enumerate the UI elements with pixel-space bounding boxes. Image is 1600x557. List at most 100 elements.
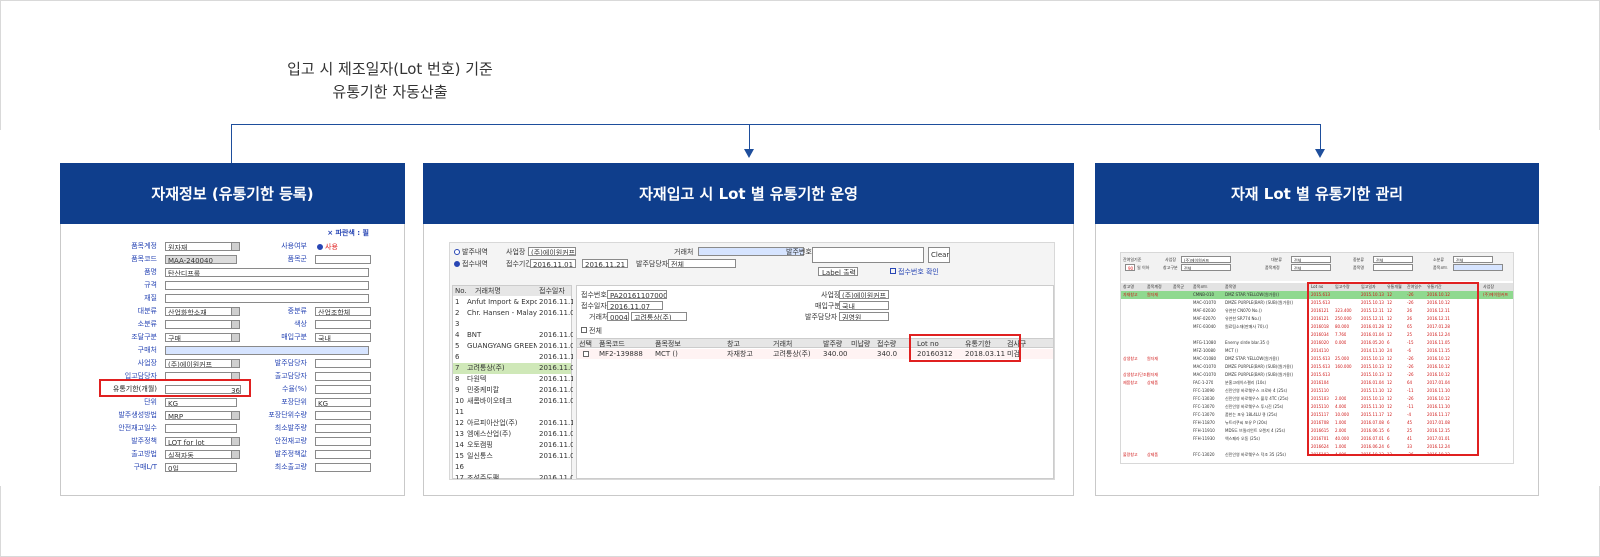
column-header: 품목명 [1225,284,1237,289]
form-field[interactable] [315,372,371,381]
expiry-days-input[interactable]: 90 [1125,264,1135,271]
form-field[interactable]: 산업조합체 [315,307,371,316]
form-field[interactable]: 국내 [315,333,371,342]
list-item[interactable]: 8다원텍2016.11.11 [453,374,573,385]
form-field[interactable]: KG [315,398,371,407]
buy-type-select[interactable]: 국내 [839,301,889,310]
list-cell: 2016.11.09 [539,397,573,405]
form-field[interactable]: 산업화학소재 [165,307,237,316]
list-item[interactable]: 14오토캠핑2016.11.01 [453,440,573,451]
form-field[interactable] [315,463,371,472]
table-cell: DMZ STAR YELLOW(원가용() [1225,356,1280,361]
radio-icon[interactable] [317,244,323,250]
list-item[interactable]: 9민중케미칼2016.11.07 [453,385,573,396]
form-field[interactable] [165,320,237,329]
detail-manager-select[interactable]: 권영원 [839,312,889,321]
form-row: 규격 [99,280,371,291]
chevron-down-icon[interactable] [231,333,240,342]
date-from-input[interactable]: 2016.11.01 [530,259,576,268]
chevron-down-icon[interactable] [231,437,240,446]
filter-radio-receipt[interactable]: 접수내역 [454,259,488,269]
name-input[interactable] [1373,264,1413,271]
chevron-down-icon[interactable] [231,242,240,251]
form-field[interactable] [315,424,371,433]
form-field[interactable] [315,320,371,329]
form-field[interactable]: MRP [165,411,237,420]
list-item[interactable]: 2Chr. Hansen - Malay2016.11.02 [453,308,573,319]
list-item[interactable]: 1Anfut Import & Expo2016.11.10 [453,297,573,308]
form-field[interactable]: LOT for lot [165,437,237,446]
order-no-input[interactable] [812,247,924,263]
select-all-checkbox[interactable]: 전체 [581,326,602,336]
highlight-box [1307,282,1479,456]
form-field[interactable] [315,385,371,394]
site-select[interactable]: (주)에이원커프 [528,247,576,256]
form-field[interactable]: 0일 [165,463,237,472]
clear-button[interactable]: Clear [928,247,950,263]
receipt-date-input[interactable]: 2016.11.07 [607,301,663,310]
confirm-checkbox[interactable]: 접수번호 확인 [890,267,939,277]
form-field[interactable]: 구매 [165,333,237,342]
form-field[interactable] [315,255,371,264]
form-field[interactable] [315,437,371,446]
lot-site-select[interactable]: (주)에이원커프 [1181,256,1231,263]
list-item[interactable]: 6 2016.11.14 [453,352,573,363]
warehouse-select[interactable]: 전체 [1181,264,1231,271]
form-field[interactable] [165,294,369,303]
chevron-down-icon[interactable] [231,307,240,316]
form-field[interactable]: KG [165,398,237,407]
panel-title: 자재입고 시 Lot 별 유통기한 운영 [423,163,1074,224]
form-field[interactable] [165,424,237,433]
list-item[interactable]: 10새롬바이오테크2016.11.09 [453,396,573,407]
form-field[interactable] [165,346,369,355]
date-to-input[interactable]: 2016.11.21 [582,259,628,268]
detail-site-select[interactable]: (주)에이원커프 [839,290,889,299]
list-item[interactable]: 12아르피아산업(주)2016.11.11 [453,418,573,429]
list-item[interactable]: 17조성주도팩2016.11.04 [453,473,573,479]
form-field[interactable]: 원자재 [165,242,237,251]
list-item[interactable]: 3 [453,319,571,330]
status-select[interactable]: 전체 [1291,264,1331,271]
form-field[interactable]: (주)에이원커프 [165,359,237,368]
form-field[interactable] [315,450,371,459]
form-field[interactable] [315,411,371,420]
label-print-button[interactable]: Label 출력 [818,267,858,276]
form-field[interactable]: 탄산디프롤 [165,268,369,277]
list-item[interactable]: 5GUANGYANG GREEN SEA2016.11.01 [453,341,573,352]
form-field[interactable] [165,281,369,290]
list-item[interactable]: 16 [453,462,571,473]
column-header: 창고명 [1123,284,1135,289]
form-field[interactable]: 실적자동 [165,450,237,459]
chevron-down-icon[interactable] [231,450,240,459]
acct-select[interactable]: 전체 [1291,256,1331,263]
acct-label: 대분류 [1271,257,1283,262]
chevron-down-icon[interactable] [231,359,240,368]
chevron-down-icon[interactable] [231,411,240,420]
vendor-code-input[interactable]: 00042 [607,312,629,321]
form-field[interactable] [315,359,371,368]
filter-radio-order[interactable]: 발주내역 [454,247,488,257]
list-item[interactable]: 13엠에스산업(주)2016.11.03 [453,429,573,440]
arrow-down-icon [744,149,754,158]
list-cell: Anfut Import & Expo [467,298,537,306]
mid-select[interactable]: 전체 [1373,256,1413,263]
chevron-down-icon[interactable] [231,320,240,329]
receipt-no-input[interactable]: PA2016110700001 [607,290,667,299]
vendor-name-input[interactable]: 고려통상(주) [631,312,687,321]
table-cell: 신민인영 바로웨우스 블루 4TC (25s) [1225,396,1289,401]
list-item[interactable]: 7고려통상(주)2016.11.07 [453,363,573,374]
list-item[interactable]: 4BNT2016.11.02 [453,330,573,341]
list-cell: 16 [455,463,464,471]
small-select[interactable]: 전체 [1453,256,1493,263]
form-label: 중분류 [287,307,307,315]
manager-select[interactable]: 전체 [668,259,736,268]
detail-vendor-label: 거래처 [589,313,609,321]
list-item[interactable]: 15일신통스2016.11.07 [453,451,573,462]
form-field[interactable]: 사용 [315,242,371,251]
table-cell: 원자재 [1147,372,1159,377]
code-input[interactable] [1453,264,1503,271]
form-field[interactable]: MAA-240040 [165,255,237,264]
list-item[interactable]: 11 [453,407,571,418]
row-checkbox[interactable] [583,351,589,357]
form-label: 출고담당자 [274,372,307,380]
